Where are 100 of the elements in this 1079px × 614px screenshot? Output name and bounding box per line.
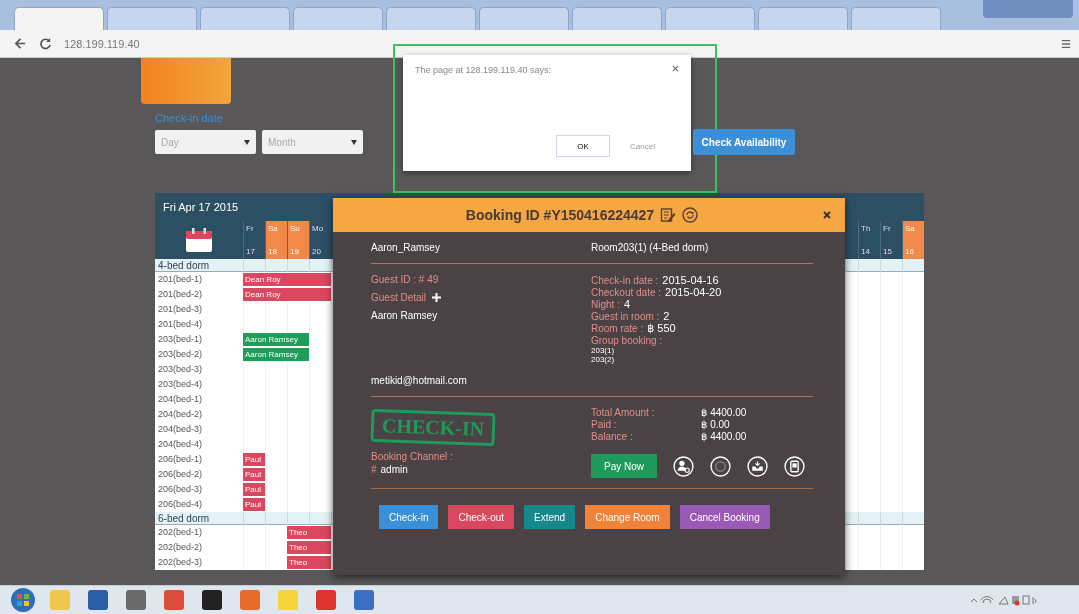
booking-bar[interactable]: Paul [243,483,265,496]
bed-label: 204(bed-2) [157,408,204,421]
edit-icon[interactable] [660,207,677,223]
booking-bar[interactable]: Aaron Ramsey [243,333,309,346]
day-date: 16 [905,247,915,256]
taskbar-app-icon[interactable] [240,590,260,610]
document-icon[interactable] [784,455,805,477]
taskbar-app-icon[interactable] [88,590,108,610]
taskbar-app-icon[interactable] [126,590,146,610]
check-in-stamp: CHECK-IN [370,408,496,447]
back-icon[interactable] [14,37,27,50]
taskbar-app-icon[interactable] [316,590,336,610]
guest-username: Aaron_Ramsey [371,242,441,253]
action-button[interactable]: Check-in [379,505,439,529]
guest-email: metikid@hotmail.com [371,375,467,386]
bed-label: 201(bed-1) [157,273,204,286]
browser-tab[interactable] [665,7,755,30]
browser-tab[interactable] [200,7,290,30]
detail-value: ฿ 550 [647,322,676,335]
bed-label: 206(bed-3) [157,483,204,496]
room-name: Room203(1) (4-Bed dorm) [591,242,710,253]
bed-label: 201(bed-3) [157,303,204,316]
group-booking-label: Group booking : [591,335,663,346]
window-controls-drawing[interactable] [983,0,1073,18]
check-availability-button[interactable]: Check Availability [693,129,795,155]
inbox-icon[interactable] [747,455,768,477]
amount-label: Balance : [591,431,634,442]
guest-id: Guest ID : # 49 [371,274,439,285]
day-name: Th [861,224,872,233]
browser-tab[interactable] [479,7,569,30]
detail-label: Night : [591,299,620,310]
taskbar-app-icon[interactable] [164,590,184,610]
bed-label: 201(bed-4) [157,318,204,331]
booking-bar[interactable]: Paul [243,453,265,466]
bed-label: 206(bed-4) [157,498,204,511]
plus-icon[interactable] [432,293,442,302]
booking-bar[interactable]: Paul [243,498,265,511]
action-button[interactable]: Extend [524,505,576,529]
day-date: 19 [290,247,300,256]
booking-bar[interactable]: Dean Roy [243,273,331,286]
menu-icon[interactable] [1061,38,1071,49]
booking-bar[interactable]: Aaron Ramsey [243,348,309,361]
tray-icons-drawing[interactable] [969,593,1039,607]
bed-label: 206(bed-2) [157,468,204,481]
bed-label: 203(bed-1) [157,333,204,346]
reload-icon[interactable] [39,37,52,50]
booking-bar[interactable]: Dean Roy [243,288,331,301]
booking-id-title: Booking ID #Y150416224427 [465,207,655,223]
group-room: 203(2) [591,355,615,364]
day-date: 17 [246,247,256,256]
booking-channel: admin [380,464,408,475]
browser-tab[interactable] [293,7,383,30]
caret-icon [244,139,250,145]
browser-tab[interactable] [386,7,476,30]
day-date: 15 [883,247,893,256]
action-button[interactable]: Check-out [448,505,515,529]
browser-tab[interactable] [758,7,848,30]
amount-value: ฿ 4400.00 [701,407,747,418]
person-coin-icon[interactable] [673,455,694,477]
start-orb-icon[interactable] [10,587,36,613]
bed-label: 202(bed-3) [157,556,204,569]
calendar-icon[interactable] [185,227,213,253]
browser-tab[interactable] [14,7,104,30]
bed-label: 202(bed-1) [157,526,204,539]
day-name: Sa [905,224,916,233]
day-date: 20 [312,247,322,256]
detail-label: Check-in date : [591,275,659,286]
guest-full-name: Aaron Ramsey [371,310,438,321]
taskbar-app-icon[interactable] [202,590,222,610]
amount-label: Total Amount : [591,407,656,418]
check-in-date-label: Check-in date [155,112,224,124]
action-button[interactable]: Cancel Booking [679,505,770,529]
pay-now-button[interactable]: Pay Now [591,454,657,478]
browser-tab[interactable] [851,7,941,30]
browser-tab[interactable] [572,7,662,30]
group-room: 203(1) [591,346,615,355]
day-select[interactable]: Day [155,130,256,154]
day-name: Su [290,224,301,233]
taskbar-app-icon[interactable] [354,590,374,610]
detail-value: 2015-04-20 [665,286,722,298]
action-button[interactable]: Change Room [585,505,670,529]
amount-value: ฿ 4400.00 [701,431,747,442]
browser-tab[interactable] [107,7,197,30]
ok-button[interactable]: OK [556,135,611,157]
detail-value: 2015-04-16 [662,274,719,286]
room-type-label: 6-bed dorm [157,512,211,525]
booking-bar[interactable]: Paul [243,468,265,481]
day-name: Fr [883,224,892,233]
amount-value: ฿ 0.00 [701,419,731,430]
bed-label: 203(bed-2) [157,348,204,361]
detail-label: Room rate : [591,323,644,334]
month-select[interactable]: Month [262,130,363,154]
detail-label: Checkout date : [591,287,662,298]
cancel-button[interactable]: Cancel [626,135,659,157]
bed-label: 204(bed-3) [157,423,204,436]
close-icon[interactable] [823,211,831,219]
refresh-icon[interactable] [682,207,699,223]
booking-channel-label: Booking Channel : [371,451,453,462]
bed-label: 203(bed-3) [157,363,204,376]
detail-value: 4 [623,298,631,310]
